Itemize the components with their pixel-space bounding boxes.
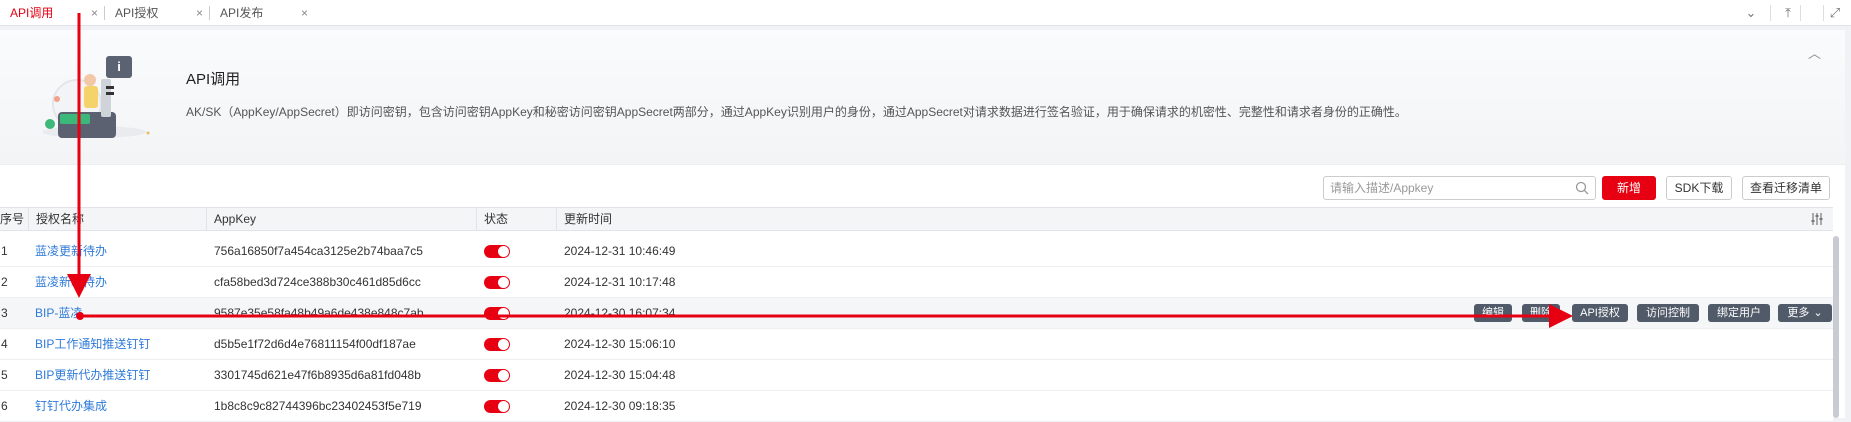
edit-button[interactable]: 编辑: [1474, 304, 1512, 322]
authorization-name-link[interactable]: BIP-蓝凌: [35, 298, 82, 329]
status-toggle[interactable]: [484, 369, 510, 382]
close-icon[interactable]: ×: [196, 0, 203, 26]
appkey-value: 3301745d621e47f6b8935d6a81fd048b: [214, 368, 421, 382]
row-number: 3: [1, 306, 8, 320]
tab-label: API调用: [10, 6, 54, 20]
tab-api-call[interactable]: API调用 ×: [0, 0, 104, 26]
row-number: 1: [1, 244, 8, 258]
table-row[interactable]: 5 BIP更新代办推送钉钉 3301745d621e47f6b8935d6a81fd…: [0, 360, 1833, 391]
tab-label: API发布: [220, 6, 264, 20]
action-label: 访问控制: [1646, 307, 1690, 319]
close-icon[interactable]: ×: [91, 0, 98, 26]
table-row[interactable]: 2 蓝凌新增待办 cfa58bed3d724ce388b30c461d85d6cc 2…: [0, 267, 1833, 298]
api-authorize-button[interactable]: API授权: [1572, 304, 1628, 322]
search-icon[interactable]: [1575, 181, 1589, 195]
action-label: 绑定用户: [1717, 307, 1761, 319]
search-box[interactable]: [1323, 176, 1596, 200]
pin-top-icon[interactable]: ⤒: [1779, 4, 1797, 22]
status-toggle[interactable]: [484, 307, 510, 320]
delete-button[interactable]: 删除: [1522, 304, 1560, 322]
row-number: 5: [1, 368, 8, 382]
appkey-value: d5b5e1f72d6d4e76811154f00df187ae: [214, 337, 416, 351]
tab-bar: API调用 × API授权 × API发布 × ⌄ ⤒ ⤢: [0, 0, 1851, 26]
fullscreen-icon[interactable]: ⤢: [1826, 4, 1844, 22]
table-row[interactable]: 4 BIP工作通知推送钉钉 d5b5e1f72d6d4e76811154f00df1…: [0, 329, 1833, 360]
table-row[interactable]: 3 BIP-蓝凌 9587e35e58fa48b49a6de438e848c7ab 2…: [0, 298, 1833, 329]
row-number: 6: [1, 399, 8, 413]
row-number: 2: [1, 275, 8, 289]
view-migration-list-button[interactable]: 查看迁移清单: [1742, 176, 1830, 200]
status-toggle[interactable]: [484, 400, 510, 413]
row-number: 4: [1, 337, 8, 351]
column-header-updated-time: 更新时间: [556, 208, 1833, 230]
appkey-value: 1b8c8c9c82744396bc23402453f5e719: [214, 399, 422, 413]
table-row[interactable]: 6 钉钉代办集成 1b8c8c9c82744396bc23402453f5e719 2…: [0, 391, 1833, 422]
intro-banner: i API调用 AK/SK（AppKey/AppSecret）即访问密钥，包含访…: [0, 30, 1845, 165]
chevron-down-icon[interactable]: ⌄: [1742, 4, 1760, 22]
column-header-name: 授权名称: [28, 208, 206, 230]
close-icon[interactable]: ×: [301, 0, 308, 26]
status-toggle[interactable]: [484, 338, 510, 351]
updated-time: 2024-12-30 16:07:34: [564, 306, 676, 320]
column-settings-icon[interactable]: [1810, 212, 1824, 226]
authorization-name-link[interactable]: 钉钉代办集成: [35, 391, 107, 422]
tab-api-publish[interactable]: API发布 ×: [210, 0, 314, 26]
tab-label: API授权: [115, 6, 159, 20]
table-header: 序号 授权名称 AppKey 状态 更新时间: [0, 207, 1833, 231]
access-control-button[interactable]: 访问控制: [1637, 304, 1699, 322]
updated-time: 2024-12-30 09:18:35: [564, 399, 676, 413]
tab-api-authorize[interactable]: API授权 ×: [105, 0, 209, 26]
chevron-down-icon: ⌄: [1813, 307, 1823, 319]
more-button[interactable]: 更多 ⌄: [1778, 304, 1832, 322]
authorization-name-link[interactable]: 蓝凌新增待办: [35, 267, 107, 298]
appkey-value: 756a16850f7a454ca3125e2b74baa7c5: [214, 244, 423, 258]
search-input[interactable]: [1330, 180, 1565, 196]
action-label: 更多: [1787, 307, 1810, 319]
status-toggle[interactable]: [484, 276, 510, 289]
authorization-name-link[interactable]: BIP工作通知推送钉钉: [35, 329, 150, 360]
appkey-value: 9587e35e58fa48b49a6de438e848c7ab: [214, 306, 424, 320]
page-content: i API调用 AK/SK（AppKey/AppSecret）即访问密钥，包含访…: [0, 30, 1845, 422]
column-header-appkey: AppKey: [206, 208, 476, 230]
status-toggle[interactable]: [484, 245, 510, 258]
page-description: AK/SK（AppKey/AppSecret）即访问密钥，包含访问密钥AppKe…: [186, 105, 1407, 119]
sdk-download-button[interactable]: SDK下载: [1666, 176, 1732, 200]
column-header-status: 状态: [476, 208, 556, 230]
vertical-scrollbar[interactable]: [1833, 236, 1839, 418]
action-label: 删除: [1530, 307, 1552, 319]
table-row[interactable]: 1 蓝凌更新待办 756a16850f7a454ca3125e2b74baa7c5 2…: [0, 236, 1833, 267]
add-button[interactable]: 新增: [1602, 176, 1656, 200]
column-header-no: 序号: [0, 212, 25, 226]
tool-divider: [1823, 5, 1824, 21]
updated-time: 2024-12-31 10:46:49: [564, 244, 676, 258]
action-label: 编辑: [1482, 307, 1504, 319]
collapse-icon[interactable]: ︿: [1808, 43, 1821, 62]
tool-divider: [1770, 5, 1771, 21]
authorization-name-link[interactable]: 蓝凌更新待办: [35, 236, 107, 267]
api-illustration-icon: [42, 74, 150, 138]
tool-divider: [1800, 5, 1801, 21]
authorization-name-link[interactable]: BIP更新代办推送钉钉: [35, 360, 150, 391]
updated-time: 2024-12-31 10:17:48: [564, 275, 676, 289]
appkey-value: cfa58bed3d724ce388b30c461d85d6cc: [214, 275, 421, 289]
updated-time: 2024-12-30 15:06:10: [564, 337, 676, 351]
updated-time: 2024-12-30 15:04:48: [564, 368, 676, 382]
info-badge-icon: i: [106, 56, 132, 78]
page-title: API调用: [186, 71, 241, 88]
action-label: API授权: [1580, 307, 1620, 319]
bind-user-button[interactable]: 绑定用户: [1708, 304, 1770, 322]
